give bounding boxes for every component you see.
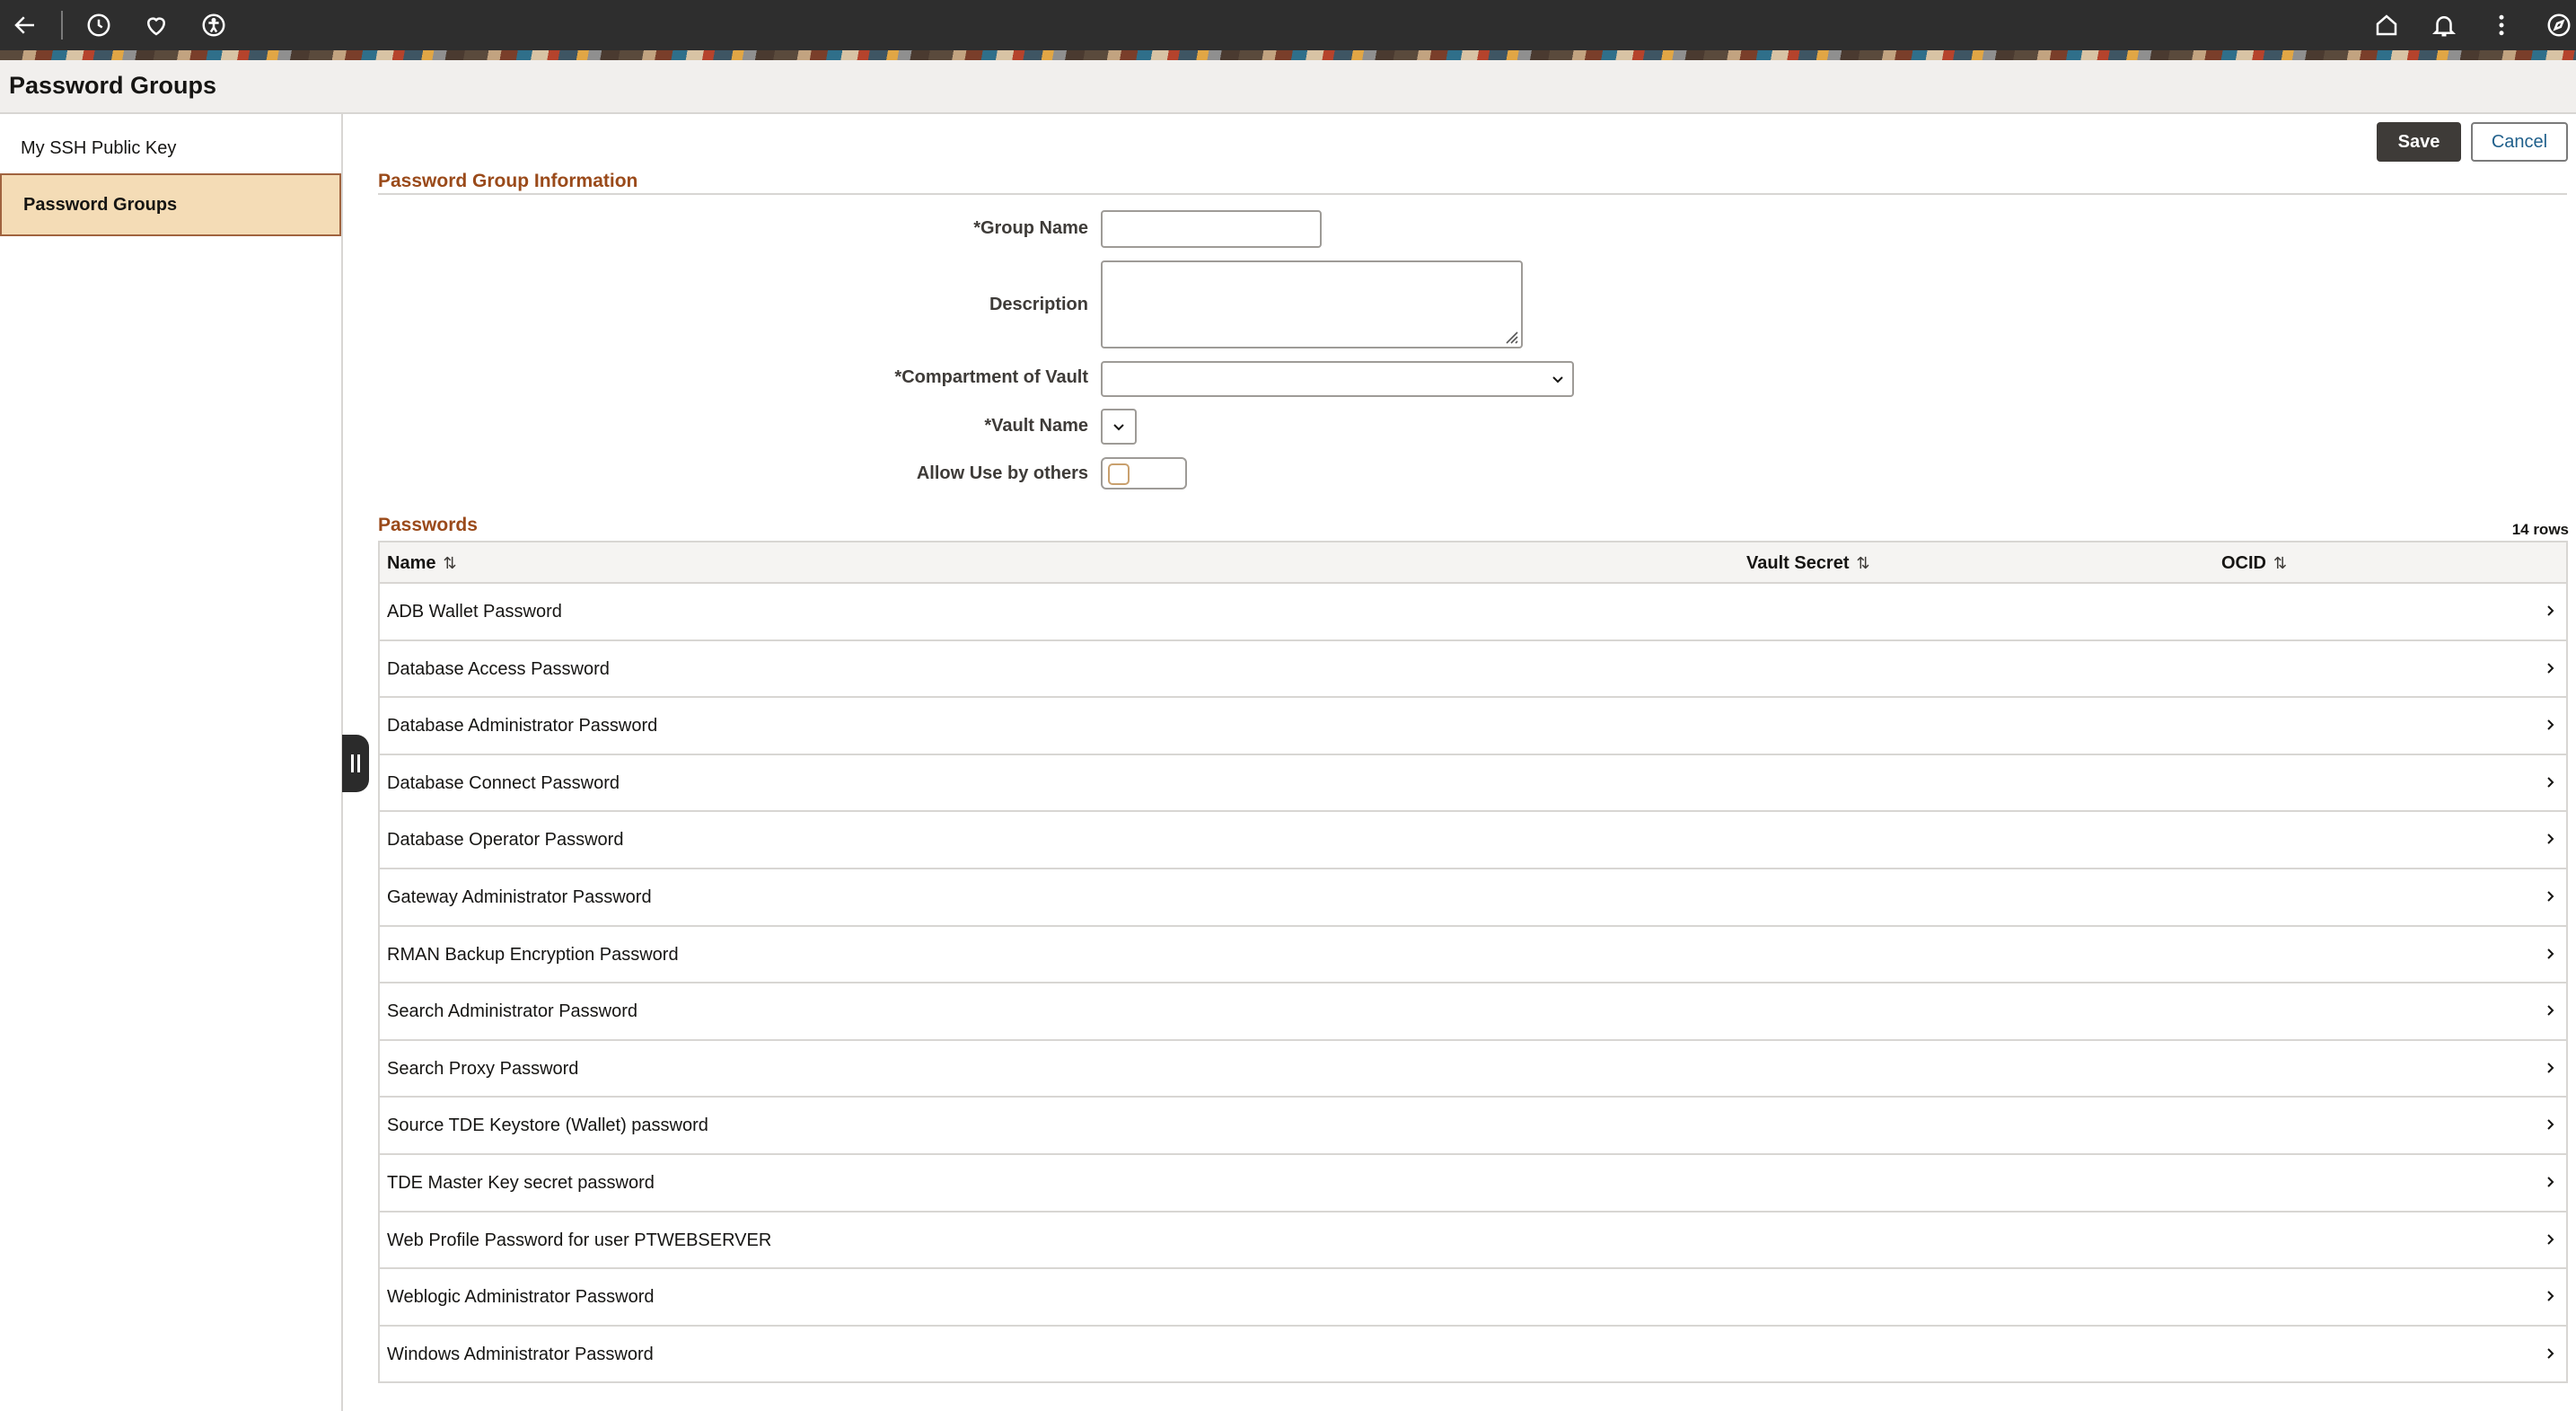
password-name-cell: ADB Wallet Password (387, 602, 562, 622)
chevron-right-icon (2547, 662, 2554, 674)
password-name-cell: Windows Administrator Password (387, 1344, 654, 1364)
password-name-cell: Search Proxy Password (387, 1058, 579, 1079)
sort-icon: ⇅ (1856, 554, 1870, 572)
vault-name-label: *Vault Name (984, 416, 1088, 436)
group-name-input[interactable] (1101, 210, 1322, 248)
page-title-bar: Password Groups (0, 60, 2576, 114)
table-row[interactable]: Weblogic Administrator Password (380, 1269, 2566, 1327)
chevron-right-icon (2547, 1291, 2554, 1301)
notifications-bell-icon[interactable] (2426, 7, 2462, 43)
password-name-cell: Database Connect Password (387, 772, 620, 793)
password-name-cell: Web Profile Password for user PTWEBSERVE… (387, 1230, 772, 1250)
chevron-right-icon (2547, 833, 2554, 845)
more-vertical-icon[interactable] (2484, 7, 2519, 43)
grid-body: ADB Wallet Password Database Access Passw… (380, 584, 2566, 1384)
chevron-right-icon (2547, 948, 2554, 959)
sidebar-item-password-groups[interactable]: Password Groups (0, 173, 341, 236)
password-name-cell: TDE Master Key secret password (387, 1172, 655, 1193)
password-name-cell: Database Operator Password (387, 830, 624, 851)
favorites-heart-icon[interactable] (138, 7, 174, 43)
password-name-cell: RMAN Backup Encryption Password (387, 944, 679, 965)
table-row[interactable]: TDE Master Key secret password (380, 1154, 2566, 1213)
table-row[interactable]: Search Proxy Password (380, 1040, 2566, 1098)
navigator-compass-icon[interactable] (2541, 7, 2576, 43)
chevron-right-icon (2547, 1233, 2554, 1245)
password-name-cell: Source TDE Keystore (Wallet) password (387, 1116, 708, 1136)
sidebar-item-ssh-public-key[interactable]: My SSH Public Key (0, 117, 341, 180)
chevron-right-icon (2547, 719, 2554, 730)
chevron-down-icon (1113, 424, 1124, 431)
vault-name-select[interactable] (1101, 409, 1137, 445)
save-button[interactable]: Save (2377, 122, 2461, 162)
table-row[interactable]: Search Administrator Password (380, 983, 2566, 1041)
table-row[interactable]: Database Connect Password (380, 754, 2566, 813)
group-name-label: *Group Name (973, 218, 1088, 238)
chevron-right-icon (2547, 777, 2554, 788)
table-row[interactable]: ADB Wallet Password (380, 584, 2566, 641)
back-arrow-icon[interactable] (7, 7, 43, 43)
chevron-right-icon (2547, 1119, 2554, 1131)
resize-handle-icon[interactable] (1499, 325, 1519, 345)
home-icon[interactable] (2369, 7, 2405, 43)
banner-pattern (0, 50, 2576, 60)
allow-use-toggle[interactable] (1101, 457, 1187, 489)
password-name-cell: Weblogic Administrator Password (387, 1287, 655, 1308)
top-banner (0, 0, 2576, 60)
section-title-passwords: Passwords (378, 515, 478, 535)
chevron-right-icon (2547, 1063, 2554, 1073)
chevron-right-icon (2547, 1177, 2554, 1187)
toggle-knob (1108, 463, 1130, 485)
password-name-cell: Gateway Administrator Password (387, 886, 652, 907)
compartment-select[interactable] (1101, 361, 1574, 397)
table-row[interactable]: Database Access Password (380, 640, 2566, 699)
passwords-grid: Name ⇅ Vault Secret ⇅ OCID ⇅ ADB Wallet Pas… (378, 541, 2568, 1384)
chevron-down-icon (1552, 376, 1563, 384)
table-row[interactable]: Database Operator Password (380, 812, 2566, 869)
compartment-label: *Compartment of Vault (894, 367, 1088, 387)
table-row[interactable]: RMAN Backup Encryption Password (380, 926, 2566, 984)
column-header-ocid[interactable]: OCID ⇅ (2221, 553, 2287, 574)
chevron-right-icon (2547, 1348, 2554, 1359)
cancel-button[interactable]: Cancel (2471, 122, 2568, 162)
allow-use-label: Allow Use by others (916, 463, 1088, 483)
grid-header: Name ⇅ Vault Secret ⇅ OCID ⇅ (380, 542, 2566, 584)
table-row[interactable]: Windows Administrator Password (380, 1326, 2566, 1384)
sidebar-item-label: My SSH Public Key (21, 137, 177, 158)
description-label: Description (989, 295, 1088, 314)
sort-icon: ⇅ (2273, 554, 2288, 572)
chevron-right-icon (2547, 891, 2554, 902)
section-divider (378, 193, 2567, 195)
table-row[interactable]: Database Administrator Password (380, 698, 2566, 755)
accessibility-icon[interactable] (196, 7, 232, 43)
table-row[interactable]: Gateway Administrator Password (380, 869, 2566, 927)
description-textarea[interactable] (1101, 260, 1523, 348)
password-name-cell: Search Administrator Password (387, 1001, 638, 1022)
history-icon[interactable] (81, 7, 117, 43)
column-header-vault-secret[interactable]: Vault Secret ⇅ (1746, 553, 1870, 574)
column-header-name[interactable]: Name ⇅ (387, 553, 457, 574)
toolbar-divider (61, 11, 63, 40)
sidebar-item-label: Password Groups (23, 194, 178, 215)
sidebar-collapse-handle[interactable] (342, 735, 369, 792)
table-row[interactable]: Web Profile Password for user PTWEBSERVE… (380, 1212, 2566, 1270)
page-title: Password Groups (9, 72, 217, 99)
table-row[interactable]: Source TDE Keystore (Wallet) password (380, 1098, 2566, 1155)
chevron-right-icon (2547, 605, 2554, 616)
password-name-cell: Database Administrator Password (387, 716, 658, 736)
password-name-cell: Database Access Password (387, 658, 610, 679)
section-title-group-info: Password Group Information (378, 171, 638, 191)
sidebar: My SSH Public Key Password Groups (0, 114, 343, 1411)
sort-icon: ⇅ (443, 554, 457, 572)
chevron-right-icon (2547, 1005, 2554, 1016)
row-count: 14 rows (2511, 521, 2569, 538)
